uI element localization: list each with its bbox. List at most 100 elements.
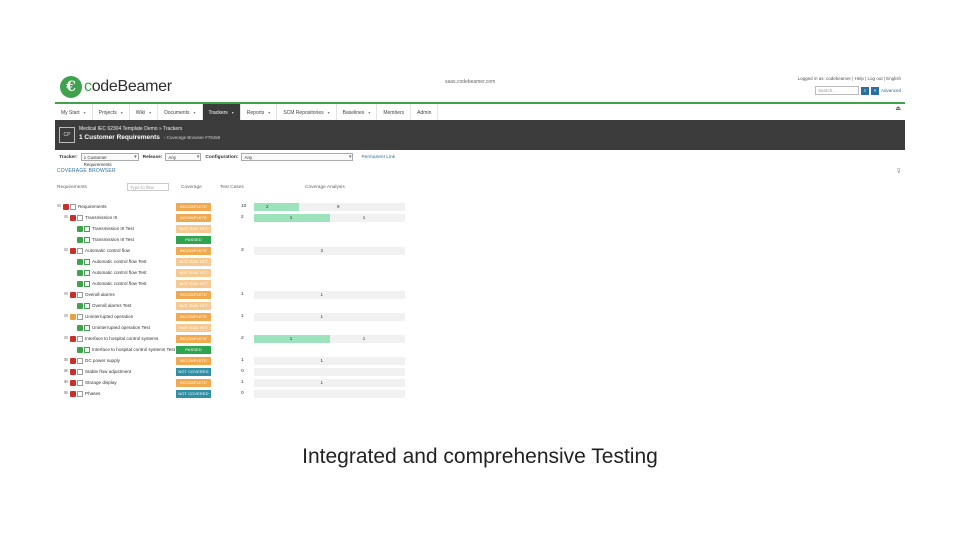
chevron-down-icon[interactable]: ▾ [232, 110, 234, 115]
table-row[interactable]: Automatic control flow Test NOT RUN YET [55, 279, 405, 290]
chevron-down-icon[interactable]: ▾ [368, 110, 370, 115]
status-badge: NOT COVERED [176, 390, 211, 398]
breadcrumb[interactable]: Medical IEC 62304 Template Demo » Tracke… [79, 126, 182, 132]
nav-item-members[interactable]: Members [377, 104, 412, 121]
collapse-icon[interactable]: ⊟ [64, 247, 68, 253]
item-name-link[interactable]: Phases [85, 391, 100, 396]
table-row[interactable]: ⊟ Uninterrupted operation INCOMPLETE 1 1 [55, 312, 405, 323]
expand-icon[interactable]: ⊞ [64, 368, 68, 374]
table-row[interactable]: Transmission III Test NOT RUN YET [55, 224, 405, 235]
chevron-down-icon[interactable]: ▾ [84, 110, 86, 115]
item-name-link[interactable]: Storage display [85, 380, 117, 385]
chevron-down-icon[interactable]: ▾ [268, 110, 270, 115]
nav-item-my-start[interactable]: My Start ▾ [55, 104, 93, 121]
nav-item-projects[interactable]: Projects ▾ [93, 104, 130, 121]
nav-item-admin[interactable]: Admin [411, 104, 439, 121]
nav-item-trackers[interactable]: Trackers ▾ [202, 104, 241, 121]
nav-item-wiki[interactable]: Wiki ▾ [130, 104, 159, 121]
table-row[interactable]: ⊞ Stable flow adjustment NOT COVERED 0 [55, 367, 405, 378]
collapse-icon[interactable]: ⏏ [895, 105, 901, 112]
search-input[interactable]: Search... [814, 86, 859, 95]
table-row[interactable]: Transmission III Test PASSED [55, 235, 405, 246]
user-links[interactable]: Logged in as: codebeamer | Help | Log ou… [798, 76, 901, 81]
item-type-icon [77, 248, 83, 254]
advanced-search-link[interactable]: Advanced [881, 88, 901, 93]
table-row[interactable]: ⊟ Automatic control flow INCOMPLETE 3 3 [55, 246, 405, 257]
chevron-down-icon[interactable]: ▾ [121, 110, 123, 115]
table-row[interactable]: Uninterrupted operation Test NOT RUN YET [55, 323, 405, 334]
coverage-value-other: 1 [320, 358, 323, 363]
expand-icon[interactable]: ⊞ [64, 379, 68, 385]
coverage-value-other: 3 [320, 248, 323, 253]
server-name: saas.codebeamer.com [445, 79, 496, 85]
chevron-down-icon[interactable]: ▾ [193, 110, 195, 115]
item-name-link[interactable]: Transmission III [85, 215, 117, 220]
item-type-icon [77, 292, 83, 298]
nav-item-label: SCM Repositories [283, 109, 324, 116]
expand-icon[interactable]: ⊞ [64, 357, 68, 363]
collapse-icon[interactable]: ⊟ [64, 214, 68, 220]
nav-item-scm-repositories[interactable]: SCM Repositories ▾ [277, 104, 337, 121]
item-name-link[interactable]: DC power supply [85, 358, 120, 363]
permanent-link[interactable]: Permanent Link [361, 155, 395, 160]
item-name-link[interactable]: Transmission III Test [92, 237, 134, 242]
expand-icon[interactable]: ⊞ [64, 390, 68, 396]
table-row[interactable]: Automatic control flow Test NOT RUN YET [55, 257, 405, 268]
tracker-label: Tracker: [59, 154, 78, 160]
table-row[interactable]: ⊟ Interface to hospital control systems IN… [55, 334, 405, 345]
table-row[interactable]: Automatic control flow Test NOT RUN YET [55, 268, 405, 279]
filter-icon[interactable]: ⊽ [897, 168, 901, 175]
table-row[interactable]: ⊟ Requirements INCOMPLETE 10 2 9 [55, 202, 405, 213]
coverage-value-passed: 2 [266, 204, 269, 209]
item-name-link[interactable]: Automatic control flow Test [92, 259, 147, 264]
search-icon[interactable]: ⌕ [860, 86, 869, 95]
status-badge: PASSED [176, 346, 211, 354]
status-badge: PASSED [176, 236, 211, 244]
item-name-link[interactable]: Interface to hospital control systems Te… [92, 347, 175, 352]
item-name-link[interactable]: Stable flow adjustment [85, 369, 131, 374]
table-row[interactable]: ⊞ DC power supply INCOMPLETE 1 1 [55, 356, 405, 367]
collapse-icon[interactable]: ⊟ [64, 291, 68, 297]
tracker-select[interactable]: 1 Customer Requirements [80, 153, 139, 167]
item-name-link[interactable]: Requirements [78, 204, 107, 209]
item-name-link[interactable]: Interface to hospital control systems [85, 336, 158, 341]
collapse-icon[interactable]: ⊟ [64, 335, 68, 341]
nav-item-baselines[interactable]: Baselines ▾ [337, 104, 378, 121]
test-case-icon [77, 226, 83, 232]
item-name-link[interactable]: Uninterrupted operation [85, 314, 133, 319]
coverage-value-other: 1 [362, 215, 366, 220]
item-name-link[interactable]: Uninterrupted operation Test [92, 325, 150, 330]
requirement-icon [63, 204, 69, 210]
collapse-icon[interactable]: ⊟ [57, 203, 61, 209]
type-filter-input[interactable]: Type to filter [127, 183, 169, 191]
go-icon[interactable]: » [870, 86, 879, 95]
nav-item-reports[interactable]: Reports ▾ [241, 104, 278, 121]
table-row[interactable]: ⊞ Phases NOT COVERED 0 [55, 389, 405, 400]
table-row[interactable]: ⊟ Transmission III INCOMPLETE 2 1 1 [55, 213, 405, 224]
test-case-count: 2 [241, 336, 244, 341]
coverage-browser-title: COVERAGE BROWSER [57, 168, 116, 174]
configuration-select[interactable]: Any [241, 153, 354, 161]
item-name-link[interactable]: Automatic control flow Test [92, 281, 147, 286]
item-name-link[interactable]: Automatic control flow Test [92, 270, 147, 275]
table-row[interactable]: ⊞ Storage display INCOMPLETE 1 1 [55, 378, 405, 389]
item-name-link[interactable]: Automatic control flow [85, 248, 130, 253]
item-type-icon [77, 369, 83, 375]
chevron-down-icon[interactable]: ▾ [328, 110, 330, 115]
test-case-count: 0 [241, 369, 244, 374]
table-row[interactable]: Interface to hospital control systems Te… [55, 345, 405, 356]
coverage-analysis-bar: 1 [254, 357, 405, 365]
table-row[interactable]: ⊟ Overall alarms INCOMPLETE 1 1 [55, 290, 405, 301]
item-name-link[interactable]: Overall alarms Test [92, 303, 131, 308]
codebeamer-logo[interactable]: € codeBeamer [60, 74, 172, 100]
coverage-value-other: 9 [337, 204, 340, 209]
status-badge: INCOMPLETE [176, 214, 211, 222]
release-select[interactable]: Any [165, 153, 202, 161]
table-row[interactable]: Overall alarms Test NOT RUN YET [55, 301, 405, 312]
item-name-link[interactable]: Overall alarms [85, 292, 115, 297]
item-name-link[interactable]: Transmission III Test [92, 226, 134, 231]
chevron-down-icon[interactable]: ▾ [149, 110, 151, 115]
nav-item-documents[interactable]: Documents ▾ [158, 104, 203, 121]
collapse-icon[interactable]: ⊟ [64, 313, 68, 319]
test-case-icon [77, 325, 83, 331]
